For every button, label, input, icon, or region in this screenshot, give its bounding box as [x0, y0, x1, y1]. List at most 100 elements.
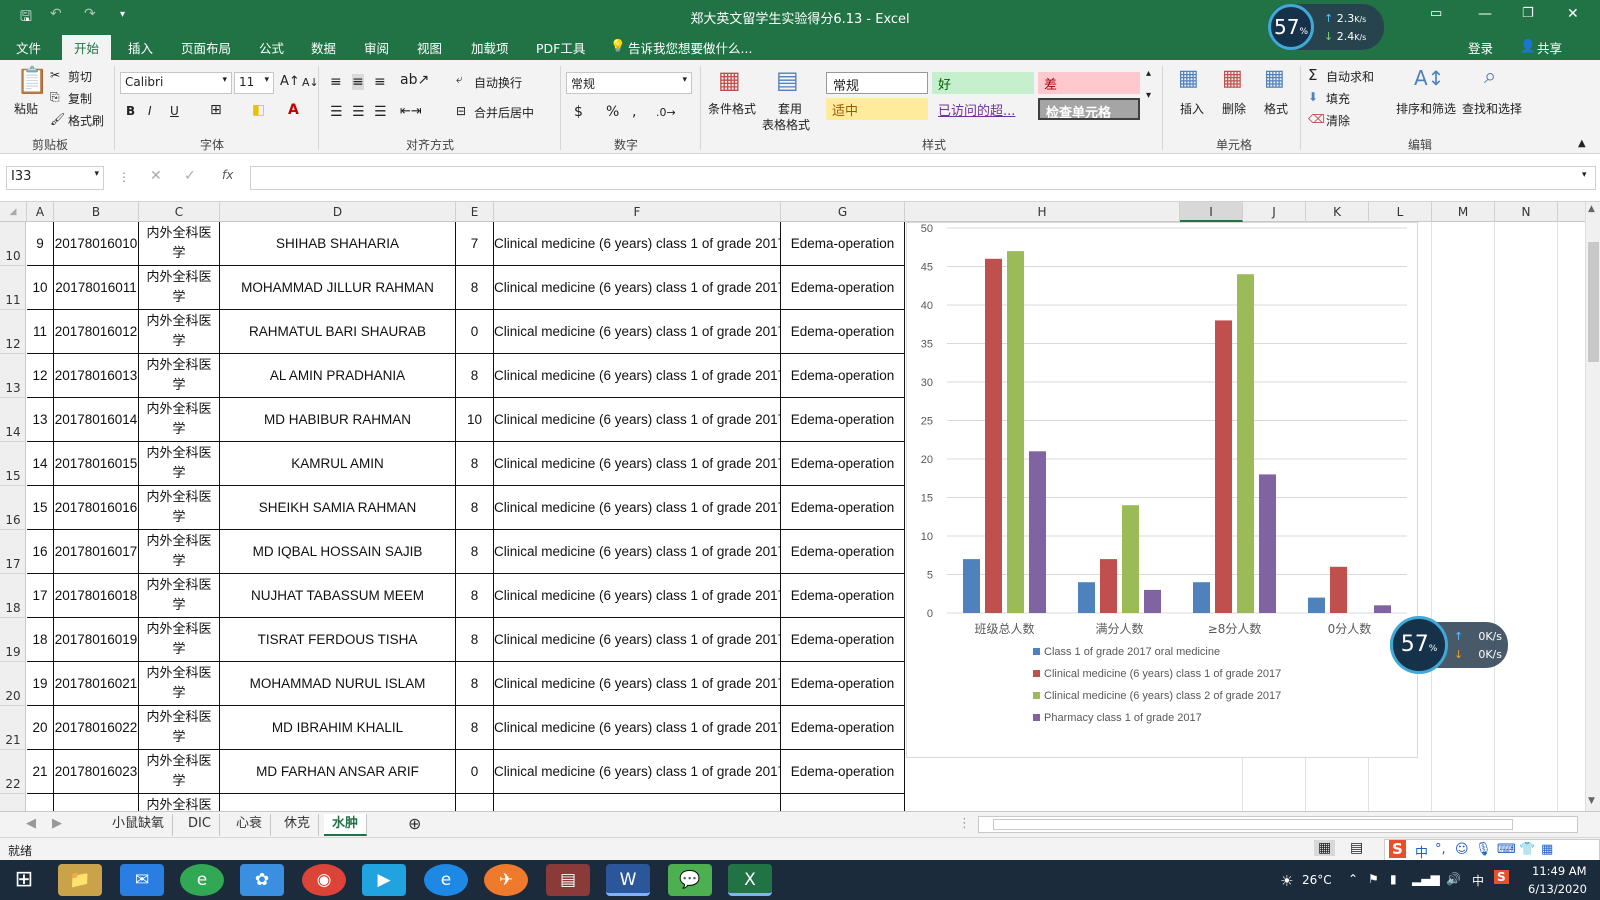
cell-g[interactable]: Edema-operation — [781, 266, 905, 310]
cell-d[interactable]: TISRAT FERDOUS TISHA — [220, 618, 456, 662]
comma-button[interactable]: , — [632, 104, 636, 120]
emoji-icon[interactable]: ☺ — [1455, 842, 1469, 857]
cell-b[interactable]: 20178016018 — [54, 574, 139, 618]
cell-d[interactable]: MD IBRAHIM KHALIL — [220, 706, 456, 750]
sogou-tray-icon[interactable]: S — [1494, 870, 1509, 884]
cell-f[interactable]: Clinical medicine (6 years) class 1 of g… — [494, 442, 781, 486]
row-header[interactable]: 11 — [0, 266, 26, 310]
column-header[interactable]: K — [1306, 202, 1369, 222]
row-header[interactable]: 16 — [0, 486, 26, 530]
sogou-icon[interactable]: S — [1389, 840, 1406, 858]
number-format-select[interactable]: 常规 ▾ — [566, 72, 692, 94]
sheet-tab[interactable]: DIC — [180, 814, 220, 836]
font-size-select[interactable]: 11 ▾ — [234, 72, 274, 94]
align-right-icon[interactable]: ☰ — [374, 104, 387, 120]
normal-view-icon[interactable]: ▦ — [1314, 840, 1336, 856]
cell-d[interactable]: MD HABIBUR RAHMAN — [220, 398, 456, 442]
sheet-tab[interactable]: 休克 — [276, 814, 320, 836]
column-header[interactable]: A — [27, 202, 54, 222]
style-bad[interactable]: 差 — [1038, 72, 1140, 94]
borders-icon[interactable]: ⊞ — [210, 102, 222, 118]
video-player-icon[interactable]: ▶ — [362, 864, 406, 896]
clear-icon[interactable]: ⌫ — [1308, 112, 1325, 126]
clock-date[interactable]: 6/13/2020 — [1528, 882, 1587, 896]
cell-a[interactable]: 18 — [27, 618, 54, 662]
ime-indicator[interactable]: 中 — [1472, 872, 1484, 889]
cell-e[interactable]: 7 — [456, 222, 494, 266]
vertical-scrollbar[interactable]: ▲ ▼ — [1585, 202, 1600, 811]
cell-b[interactable]: 20178016019 — [54, 618, 139, 662]
fill-button[interactable]: 填充 — [1326, 90, 1350, 107]
cell-c[interactable]: 内外全科医学 — [139, 310, 220, 354]
cell-b[interactable]: 20178016022 — [54, 706, 139, 750]
scroll-up-icon[interactable]: ▲ — [1588, 204, 1595, 214]
cell-a[interactable]: 10 — [27, 266, 54, 310]
cut-icon[interactable]: ✂ — [50, 68, 60, 82]
internet-explorer-icon[interactable]: e — [424, 864, 468, 896]
increase-decimal-icon[interactable]: .0→ — [656, 106, 676, 119]
align-center-icon[interactable]: ☰ — [352, 104, 365, 120]
winrar-icon[interactable]: ▤ — [546, 864, 590, 896]
file-explorer-icon[interactable]: 📁 — [58, 864, 102, 896]
tab-splitter-icon[interactable]: ⋮ — [950, 814, 979, 836]
cell-c[interactable]: 内外全科医学 — [139, 706, 220, 750]
cell-g[interactable]: Edema-operation — [781, 662, 905, 706]
column-header[interactable]: B — [54, 202, 139, 222]
row-header[interactable]: 14 — [0, 398, 26, 442]
increase-font-icon[interactable]: A↑ — [280, 74, 300, 89]
autosum-button[interactable]: 自动求和 — [1326, 68, 1374, 85]
cell-d[interactable]: MD IQBAL HOSSAIN SAJIB — [220, 530, 456, 574]
maximize-icon[interactable]: ❐ — [1522, 6, 1534, 21]
tab-addins[interactable]: 加载项 — [471, 38, 509, 57]
cell-e[interactable]: 8 — [456, 486, 494, 530]
net-monitor-floating[interactable]: 57% ↑ 0K/s ↓ 0K/s — [1390, 616, 1508, 674]
font-name-select[interactable]: Calibri ▾ — [120, 72, 232, 94]
delete-cells-icon[interactable]: ▦ — [1222, 66, 1243, 91]
cell-a[interactable]: 15 — [27, 486, 54, 530]
row-header[interactable]: 15 — [0, 442, 26, 486]
clock-time[interactable]: 11:49 AM — [1532, 864, 1587, 878]
cell-d[interactable]: MD FARHAN ANSAR ARIF — [220, 750, 456, 794]
tab-view[interactable]: 视图 — [417, 38, 442, 57]
excel-icon[interactable]: X — [728, 864, 772, 896]
cell-a[interactable]: 12 — [27, 354, 54, 398]
mic-icon[interactable]: 🎙 — [1475, 842, 1492, 857]
row-header[interactable]: 22 — [0, 750, 26, 794]
tab-page-layout[interactable]: 页面布局 — [181, 38, 231, 57]
tab-formulas[interactable]: 公式 — [259, 38, 284, 57]
row-header[interactable]: 10 — [0, 222, 26, 266]
row-header[interactable]: 19 — [0, 618, 26, 662]
keyboard-icon[interactable]: ⌨ — [1497, 842, 1516, 857]
cut-button[interactable]: 剪切 — [68, 68, 92, 85]
cell-b[interactable]: 20178016012 — [54, 310, 139, 354]
select-all-corner[interactable]: ◢ — [0, 202, 27, 222]
column-header[interactable]: N — [1495, 202, 1558, 222]
row-header[interactable]: 18 — [0, 574, 26, 618]
cell-c[interactable]: 内外全科医学 — [139, 398, 220, 442]
ribbon-display-icon[interactable]: ▭ — [1430, 6, 1442, 21]
cell-g[interactable]: Edema-operation — [781, 486, 905, 530]
baidu-netdisk-icon[interactable]: ✉ — [120, 864, 164, 896]
cell-e[interactable]: 10 — [456, 398, 494, 442]
cell-f[interactable]: Clinical medicine (6 years) class 1 of g… — [494, 354, 781, 398]
cell-b[interactable]: 20178016015 — [54, 442, 139, 486]
cell-f[interactable] — [494, 794, 781, 811]
column-header[interactable]: J — [1243, 202, 1306, 222]
skin-icon[interactable]: 👕 — [1519, 842, 1535, 857]
cell-f[interactable]: Clinical medicine (6 years) class 1 of g… — [494, 706, 781, 750]
horizontal-scrollbar[interactable] — [978, 816, 1578, 833]
row-header[interactable]: 21 — [0, 706, 26, 750]
cell-d[interactable]: MOHAMMAD NURUL ISLAM — [220, 662, 456, 706]
decrease-font-icon[interactable]: A↓ — [302, 76, 319, 89]
find-select-button[interactable]: 查找和选择 — [1462, 100, 1522, 117]
styles-scroll-down-icon[interactable]: ▾ — [1146, 90, 1151, 101]
cell-g[interactable]: Edema-operation — [781, 706, 905, 750]
cell-g[interactable]: Edema-operation — [781, 574, 905, 618]
cell-f[interactable]: Clinical medicine (6 years) class 1 of g… — [494, 486, 781, 530]
row-header[interactable] — [0, 794, 26, 811]
cell-e[interactable]: 8 — [456, 574, 494, 618]
cell-a[interactable] — [27, 794, 54, 811]
sort-filter-button[interactable]: 排序和筛选 — [1396, 100, 1456, 117]
cell-g[interactable]: Edema-operation — [781, 354, 905, 398]
start-icon[interactable]: ⊞ — [2, 864, 46, 896]
